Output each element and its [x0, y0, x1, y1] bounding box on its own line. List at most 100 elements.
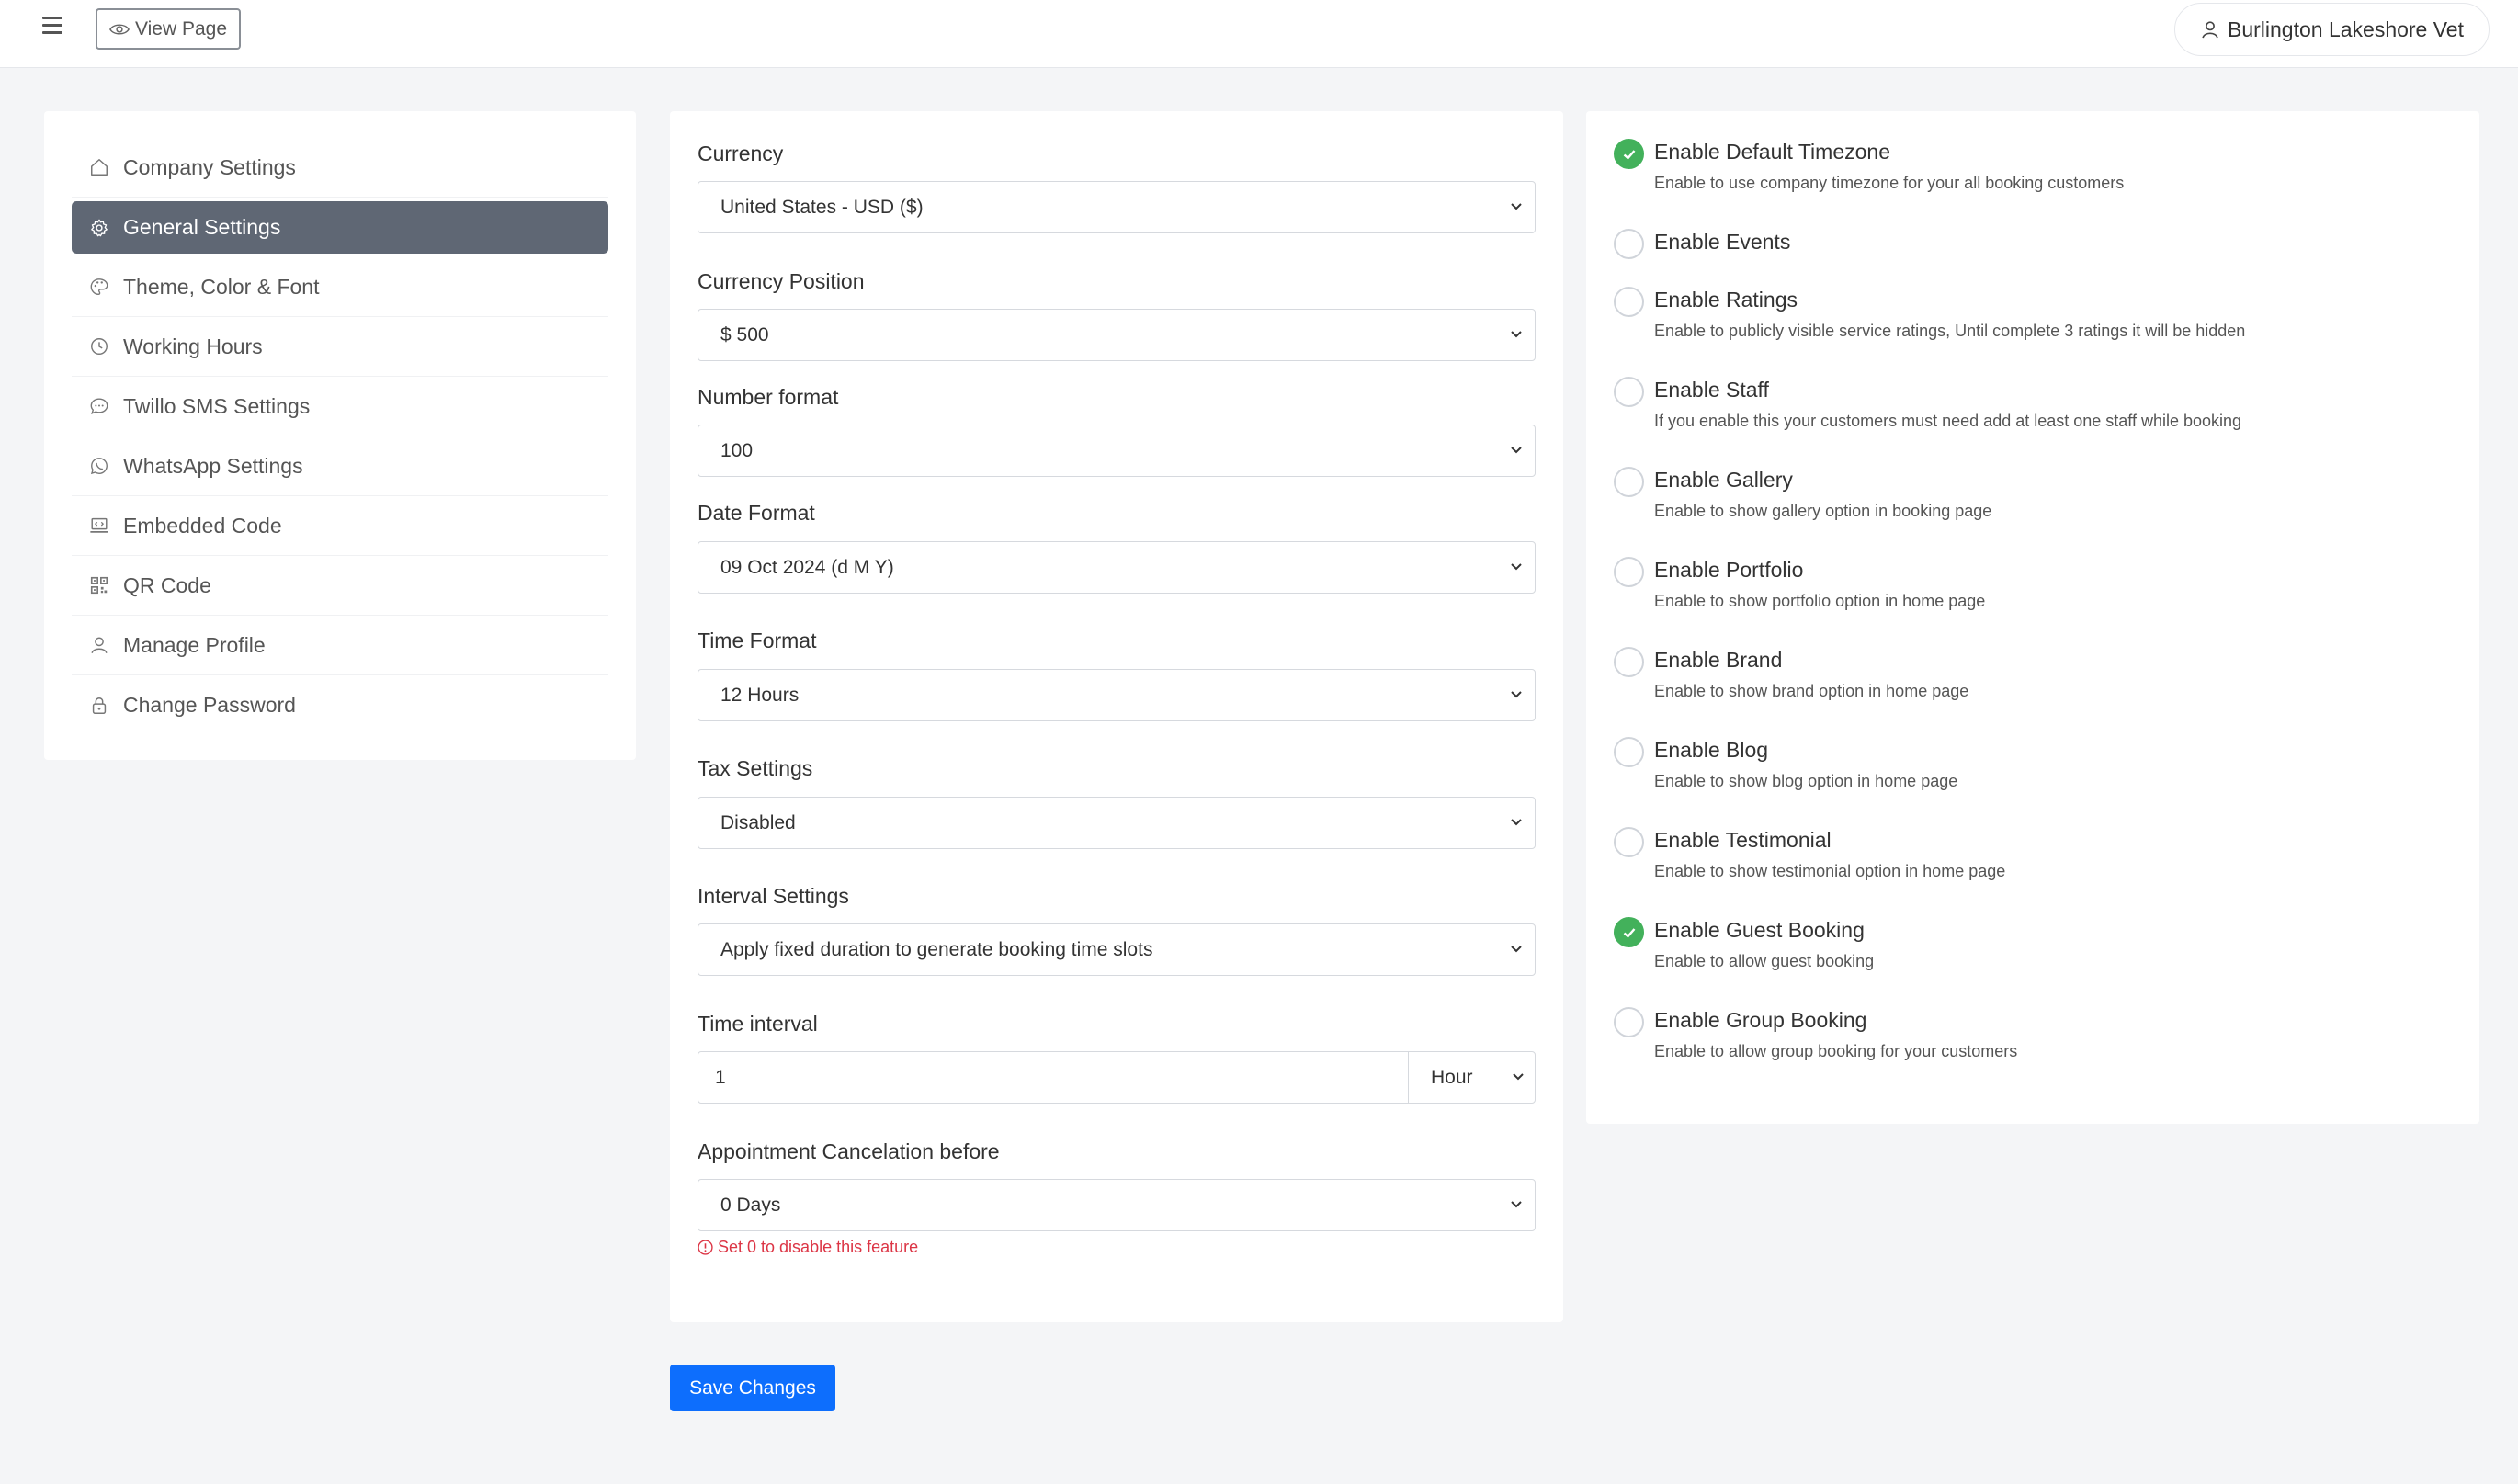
menu-toggle-icon[interactable]	[42, 17, 62, 37]
sidebar-item-label: Company Settings	[123, 154, 296, 179]
chevron-down-icon	[1511, 1201, 1522, 1208]
sidebar-item-whatsapp-settings[interactable]: WhatsApp Settings	[72, 436, 608, 496]
toggle-title: Enable Default Timezone	[1654, 140, 1890, 164]
currency-position-select[interactable]: $ 500	[698, 309, 1536, 361]
toggle-check[interactable]	[1614, 827, 1644, 857]
toggle-check[interactable]	[1614, 139, 1644, 169]
chevron-down-icon	[1511, 203, 1522, 210]
cancellation-hint: Set 0 to disable this feature	[698, 1238, 918, 1257]
view-page-button[interactable]: View Page	[96, 8, 241, 50]
save-changes-button[interactable]: Save Changes	[670, 1365, 835, 1411]
number-format-select[interactable]: 100	[698, 425, 1536, 477]
chevron-down-icon	[1513, 1073, 1524, 1081]
sidebar-item-label: Twillo SMS Settings	[123, 393, 311, 418]
sidebar-item-label: Manage Profile	[123, 632, 266, 657]
currency-value: United States - USD ($)	[720, 196, 924, 218]
sidebar-item-twillo-sms-settings[interactable]: Twillo SMS Settings	[72, 377, 608, 436]
toggle-title: Enable Gallery	[1654, 468, 1793, 492]
cancellation-select[interactable]: 0 Days	[698, 1179, 1536, 1231]
toggle-check[interactable]	[1614, 557, 1644, 587]
toggle-check[interactable]	[1614, 647, 1644, 677]
view-page-label: View Page	[134, 17, 228, 40]
toggle-desc: Enable to show brand option in home page	[1654, 682, 1969, 700]
toggle-check[interactable]	[1614, 229, 1644, 259]
toggle-desc: Enable to show blog option in home page	[1654, 772, 1958, 790]
currency-position-label: Currency Position	[698, 269, 865, 293]
sidebar-item-manage-profile[interactable]: Manage Profile	[72, 616, 608, 675]
time-format-select[interactable]: 12 Hours	[698, 669, 1536, 721]
user-menu-button[interactable]: Burlington Lakeshore Vet	[2174, 3, 2490, 56]
time-interval-unit: Hour	[1431, 1066, 1473, 1088]
settings-sidebar: Company Settings General Settings Theme,…	[44, 111, 636, 760]
toggle-check[interactable]	[1614, 917, 1644, 947]
info-circle-icon	[698, 1240, 713, 1255]
toggle-check[interactable]	[1614, 377, 1644, 407]
toggle-desc: Enable to show gallery option in booking…	[1654, 502, 1992, 520]
toggle-title: Enable Portfolio	[1654, 558, 1804, 582]
lock-icon	[88, 695, 110, 717]
toggle-check[interactable]	[1614, 287, 1644, 317]
toggle-check[interactable]	[1614, 1007, 1644, 1037]
number-format-label: Number format	[698, 385, 839, 409]
chevron-down-icon	[1511, 946, 1522, 953]
top-bar: View Page Burlington Lakeshore Vet	[0, 0, 2518, 68]
cancellation-hint-text: Set 0 to disable this feature	[718, 1238, 919, 1256]
toggle-title: Enable Events	[1654, 230, 1791, 254]
sidebar-item-label: QR Code	[123, 572, 211, 597]
user-name: Burlington Lakeshore Vet	[2227, 17, 2464, 41]
toggle-title: Enable Group Booking	[1654, 1008, 1867, 1032]
sidebar-item-theme-color-font[interactable]: Theme, Color & Font	[72, 257, 608, 317]
sidebar-item-label: Change Password	[123, 693, 296, 717]
chevron-down-icon	[1511, 447, 1522, 454]
laptop-code-icon	[88, 515, 110, 537]
user-icon	[88, 634, 110, 656]
qr-code-icon	[88, 574, 110, 596]
eye-icon	[109, 23, 130, 35]
interval-settings-value: Apply fixed duration to generate booking…	[720, 938, 1153, 960]
currency-position-value: $ 500	[720, 323, 769, 346]
toggle-title: Enable Guest Booking	[1654, 918, 1865, 942]
user-icon	[2202, 21, 2218, 39]
toggle-desc: Enable to allow group booking for your c…	[1654, 1042, 2018, 1060]
time-interval-value: 1	[715, 1066, 726, 1088]
checkmark-icon	[1623, 149, 1635, 160]
sidebar-item-working-hours[interactable]: Working Hours	[72, 317, 608, 377]
sidebar-item-company-settings[interactable]: Company Settings	[72, 138, 608, 198]
time-interval-input[interactable]: 1	[698, 1051, 1409, 1104]
toggle-title: Enable Brand	[1654, 648, 1783, 672]
sidebar-item-general-settings[interactable]: General Settings	[72, 201, 608, 254]
currency-select[interactable]: United States - USD ($)	[698, 181, 1536, 233]
sidebar-item-qr-code[interactable]: QR Code	[72, 556, 608, 616]
cancellation-value: 0 Days	[720, 1194, 781, 1216]
whatsapp-icon	[88, 455, 110, 477]
sidebar-item-label: WhatsApp Settings	[123, 453, 303, 478]
date-format-label: Date Format	[698, 501, 815, 525]
sidebar-item-embedded-code[interactable]: Embedded Code	[72, 496, 608, 556]
toggle-desc: Enable to use company timezone for your …	[1654, 174, 2125, 192]
time-interval-unit-select[interactable]: Hour	[1408, 1051, 1536, 1104]
tax-settings-select[interactable]: Disabled	[698, 797, 1536, 849]
toggle-title: Enable Staff	[1654, 378, 1769, 402]
sidebar-item-label: General Settings	[123, 215, 281, 239]
sidebar-item-change-password[interactable]: Change Password	[72, 675, 608, 735]
toggle-desc: If you enable this your customers must n…	[1654, 412, 2242, 430]
date-format-select[interactable]: 09 Oct 2024 (d M Y)	[698, 541, 1536, 594]
currency-label: Currency	[698, 142, 784, 165]
toggle-title: Enable Blog	[1654, 738, 1769, 762]
toggle-check[interactable]	[1614, 737, 1644, 767]
cancellation-label: Appointment Cancelation before	[698, 1139, 1000, 1163]
checkmark-icon	[1623, 927, 1635, 938]
toggle-title: Enable Ratings	[1654, 288, 1798, 312]
toggle-desc: Enable to show testimonial option in hom…	[1654, 862, 2006, 880]
sidebar-item-label: Theme, Color & Font	[123, 274, 320, 299]
interval-settings-select[interactable]: Apply fixed duration to generate booking…	[698, 923, 1536, 976]
time-format-value: 12 Hours	[720, 684, 800, 706]
toggle-desc: Enable to allow guest booking	[1654, 952, 1875, 970]
tax-settings-value: Disabled	[720, 811, 796, 833]
chevron-down-icon	[1511, 691, 1522, 698]
chevron-down-icon	[1511, 819, 1522, 826]
chevron-down-icon	[1511, 563, 1522, 571]
time-interval-label: Time interval	[698, 1012, 818, 1036]
chevron-down-icon	[1511, 331, 1522, 338]
toggle-check[interactable]	[1614, 467, 1644, 497]
